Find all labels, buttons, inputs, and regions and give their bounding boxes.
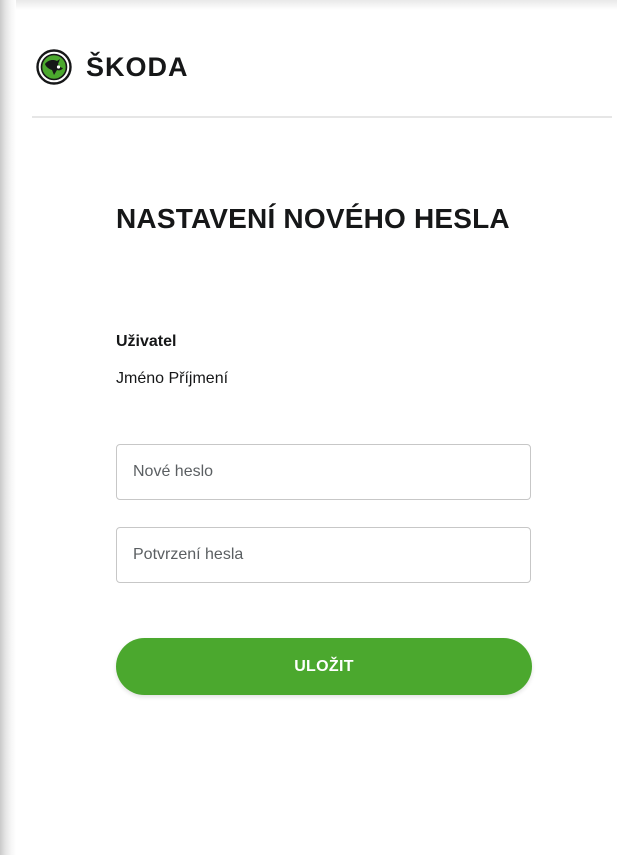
user-name: Jméno Příjmení xyxy=(116,370,229,387)
header: ŠKODA xyxy=(36,48,189,86)
header-divider xyxy=(32,116,612,118)
save-button[interactable]: ULOŽIT xyxy=(116,638,532,695)
window-top-edge xyxy=(0,0,617,10)
window-left-edge xyxy=(0,0,16,855)
user-label: Uživatel xyxy=(116,333,177,350)
page-title: NASTAVENÍ NOVÉHO HESLA xyxy=(116,203,510,234)
skoda-logo-icon xyxy=(36,49,72,85)
brand-name: ŠKODA xyxy=(86,52,189,82)
new-password-input[interactable] xyxy=(116,444,531,500)
confirm-password-input[interactable] xyxy=(116,527,531,583)
